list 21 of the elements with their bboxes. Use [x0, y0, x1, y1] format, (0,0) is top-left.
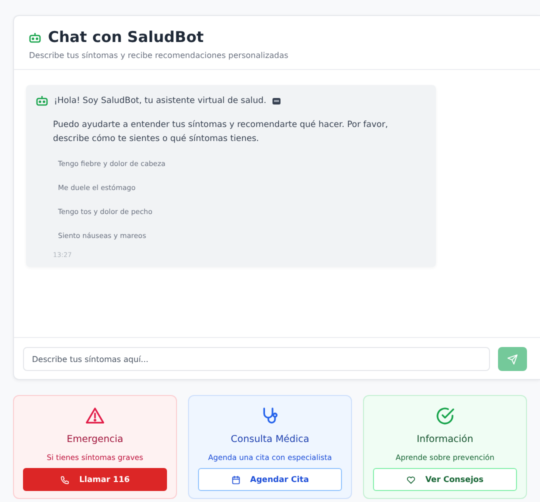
chat-title: Chat con SaludBot — [48, 28, 204, 46]
warning-icon — [85, 406, 105, 426]
card-action-button[interactable]: Llamar 116 — [23, 468, 167, 491]
phone-icon — [60, 474, 70, 484]
robot-face-icon — [272, 96, 282, 104]
heart-icon — [406, 474, 416, 484]
send-button[interactable] — [498, 347, 527, 371]
card-action-button[interactable]: Agendar Cita — [198, 468, 342, 491]
symptom-input[interactable]: Describe tus síntomas aquí... — [23, 347, 490, 371]
card-title: Consulta Médica — [230, 434, 310, 445]
send-icon — [507, 354, 518, 364]
chat-subtitle: Describe tus síntomas y recibe recomendaciones personalizadas — [29, 51, 290, 60]
calendar-icon — [231, 474, 242, 484]
greeting-text: ¡Hola! Soy SaludBot, tu asistente virtual de salud. — [54, 96, 266, 106]
message-text: Puedo ayudarte a entender tus síntomas y recomendarte qué hacer. Por favor, describe cómo te sientes o qué síntomas tienes. — [53, 119, 389, 146]
check-circle-icon — [435, 406, 455, 426]
bot-avatar-icon — [36, 95, 48, 106]
card-action-button[interactable]: Ver Consejos — [373, 468, 517, 491]
card-title: Emergencia — [66, 434, 124, 445]
card-title: Información — [416, 434, 474, 445]
robot-icon — [29, 32, 41, 42]
